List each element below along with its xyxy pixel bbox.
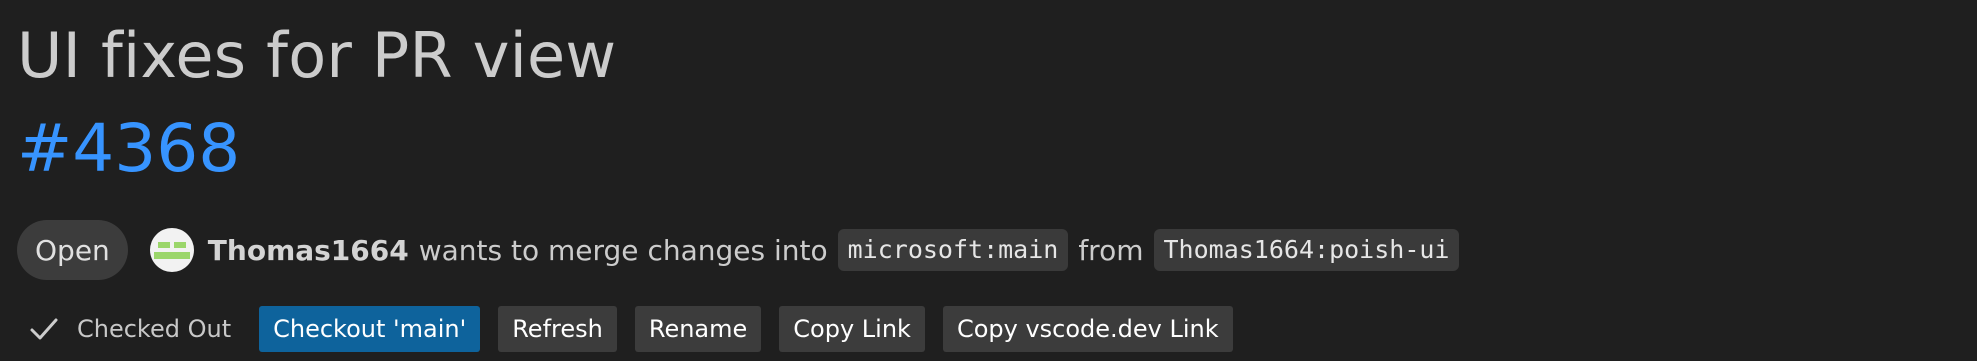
base-branch-label: microsoft:main (837, 229, 1069, 271)
pr-number-link[interactable]: #4368 (17, 104, 240, 194)
rename-button[interactable]: Rename (634, 306, 762, 352)
head-branch-label: Thomas1664:poish-ui (1153, 229, 1460, 271)
copy-link-button[interactable]: Copy Link (779, 306, 925, 352)
merge-description: wants to merge changes into (418, 233, 828, 267)
refresh-button[interactable]: Refresh (498, 306, 617, 352)
status-badge: Open (17, 220, 128, 280)
pr-view: UI fixes for PR view #4368 Open Thomas16… (0, 0, 1977, 361)
pr-meta-row: Open Thomas1664 wants to merge changes i… (17, 220, 1460, 280)
checked-out-status: Checked Out (17, 312, 231, 346)
copy-vscode-link-button[interactable]: Copy vscode.dev Link (942, 306, 1233, 352)
pr-actions-row: Checked Out Checkout 'main' Refresh Rena… (17, 306, 1251, 352)
checked-out-label: Checked Out (77, 315, 232, 343)
check-icon (30, 318, 58, 340)
checkout-main-button[interactable]: Checkout 'main' (259, 306, 481, 352)
from-text: from (1078, 233, 1144, 267)
avatar[interactable] (149, 228, 194, 272)
author-name[interactable]: Thomas1664 (208, 234, 409, 267)
pr-title: UI fixes for PR view (17, 19, 617, 92)
